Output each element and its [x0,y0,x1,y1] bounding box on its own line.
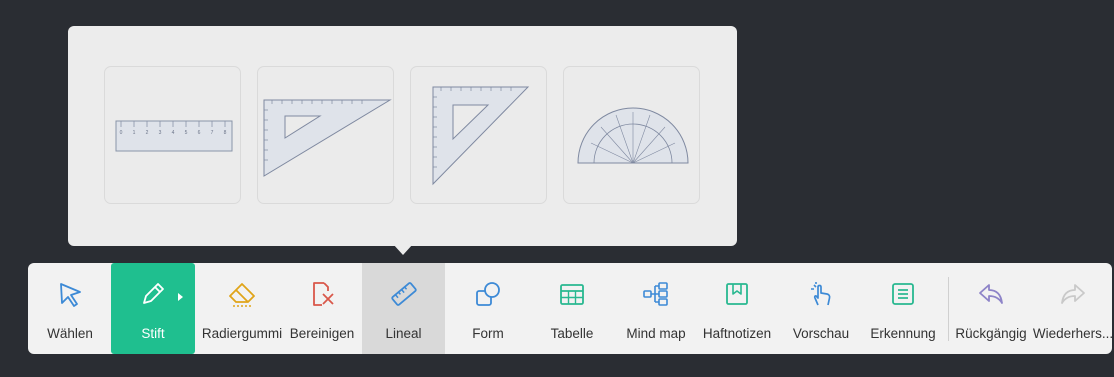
toolbar-item-label: Wiederhers... [1032,326,1114,341]
set-square-30-60-tool-card[interactable] [257,66,394,204]
shapes-icon [476,282,500,306]
toolbar-item-label: Wählen [47,326,93,341]
table-icon [560,284,584,305]
svg-text:0: 0 [120,130,123,136]
text-recognition-icon [892,283,914,305]
svg-text:6: 6 [198,130,201,136]
protractor-icon [577,107,689,164]
ruler-icon: 0 1 2 3 4 5 6 7 8 [115,120,233,152]
select-tool-button[interactable]: Wählen [38,263,102,354]
pen-options-caret-icon[interactable] [178,293,183,301]
toolbar-item-label: Haftnotizen [702,326,772,341]
shape-tool-button[interactable]: Form [450,263,526,354]
ruler-tool-card[interactable]: 0 1 2 3 4 5 6 7 8 [104,66,241,204]
preview-tool-button[interactable]: Vorschau [782,263,860,354]
toolbar-item-label: Erkennung [870,326,936,341]
recognition-tool-button[interactable]: Erkennung [864,263,942,354]
redo-icon [1061,284,1085,304]
svg-text:3: 3 [159,130,162,136]
bottom-toolbar: Wählen Stift Radiergummi Bereinigen Line… [28,263,1113,354]
toolbar-item-label: Form [472,326,504,341]
mind-map-icon [643,282,668,306]
ruler-tools-popup: 0 1 2 3 4 5 6 7 8 [68,26,737,246]
toolbar-item-label: Tabelle [550,326,594,341]
redo-button[interactable]: Wiederhers... [1033,263,1113,354]
eraser-tool-button[interactable]: Radiergummi [202,263,282,354]
toolbar-item-label: Lineal [385,326,422,341]
undo-button[interactable]: Rückgängig [952,263,1030,354]
popup-pointer [393,244,413,255]
svg-text:4: 4 [172,130,175,136]
set-square-45-tool-card[interactable] [410,66,547,204]
mind-map-tool-button[interactable]: Mind map [618,263,694,354]
toolbar-item-label: Bereinigen [289,326,355,341]
sticky-note-icon [726,283,748,305]
ruler-tool-button[interactable]: Lineal [362,263,445,354]
svg-text:5: 5 [185,130,188,136]
toolbar-item-label: Rückgängig [955,326,1027,341]
table-tool-button[interactable]: Tabelle [534,263,610,354]
svg-text:7: 7 [211,130,214,136]
cursor-arrow-icon [60,283,81,307]
set-square-30-60-icon [263,99,392,177]
pen-tool-button[interactable]: Stift [111,263,195,354]
set-square-45-icon [432,86,530,186]
svg-text:1: 1 [133,130,136,136]
toolbar-item-label: Radiergummi [201,326,283,341]
ruler-icon [390,282,417,306]
svg-text:2: 2 [146,130,149,136]
toolbar-item-label: Mind map [626,326,686,341]
eraser-icon [229,283,255,307]
svg-text:8: 8 [224,130,227,136]
toolbar-item-label: Stift [141,326,165,341]
toolbar-item-label: Vorschau [792,326,850,341]
clear-page-button[interactable]: Bereinigen [286,263,358,354]
sticky-notes-tool-button[interactable]: Haftnotizen [698,263,776,354]
protractor-tool-card[interactable] [563,66,700,204]
clear-page-icon [313,282,334,306]
pen-icon [143,283,164,304]
undo-icon [979,284,1003,304]
touch-hand-icon [811,282,831,306]
